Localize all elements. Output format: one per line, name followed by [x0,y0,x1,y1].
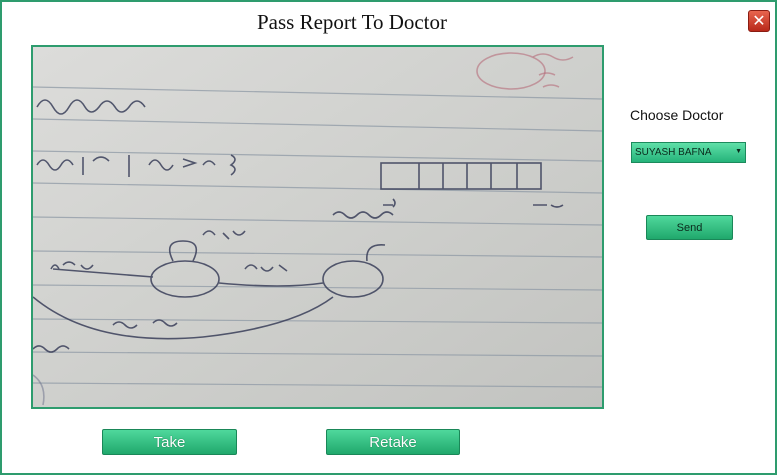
send-button[interactable]: Send [646,215,733,240]
chevron-down-icon: ▼ [735,148,742,155]
choose-doctor-label: Choose Doctor [630,107,724,123]
close-icon: ✕ [752,11,766,30]
retake-button[interactable]: Retake [326,429,460,455]
doctor-selected-value: SUYASH BAFNA [635,147,712,158]
take-button[interactable]: Take [102,429,237,455]
doctor-select[interactable]: SUYASH BAFNA ▼ [631,142,746,163]
captured-photo [33,47,602,407]
close-button[interactable]: ✕ [748,10,770,32]
window-title: Pass Report To Doctor [256,10,448,34]
camera-preview [31,45,604,409]
report-window: Pass Report To Doctor ✕ Choose Doctor SU… [0,0,777,475]
